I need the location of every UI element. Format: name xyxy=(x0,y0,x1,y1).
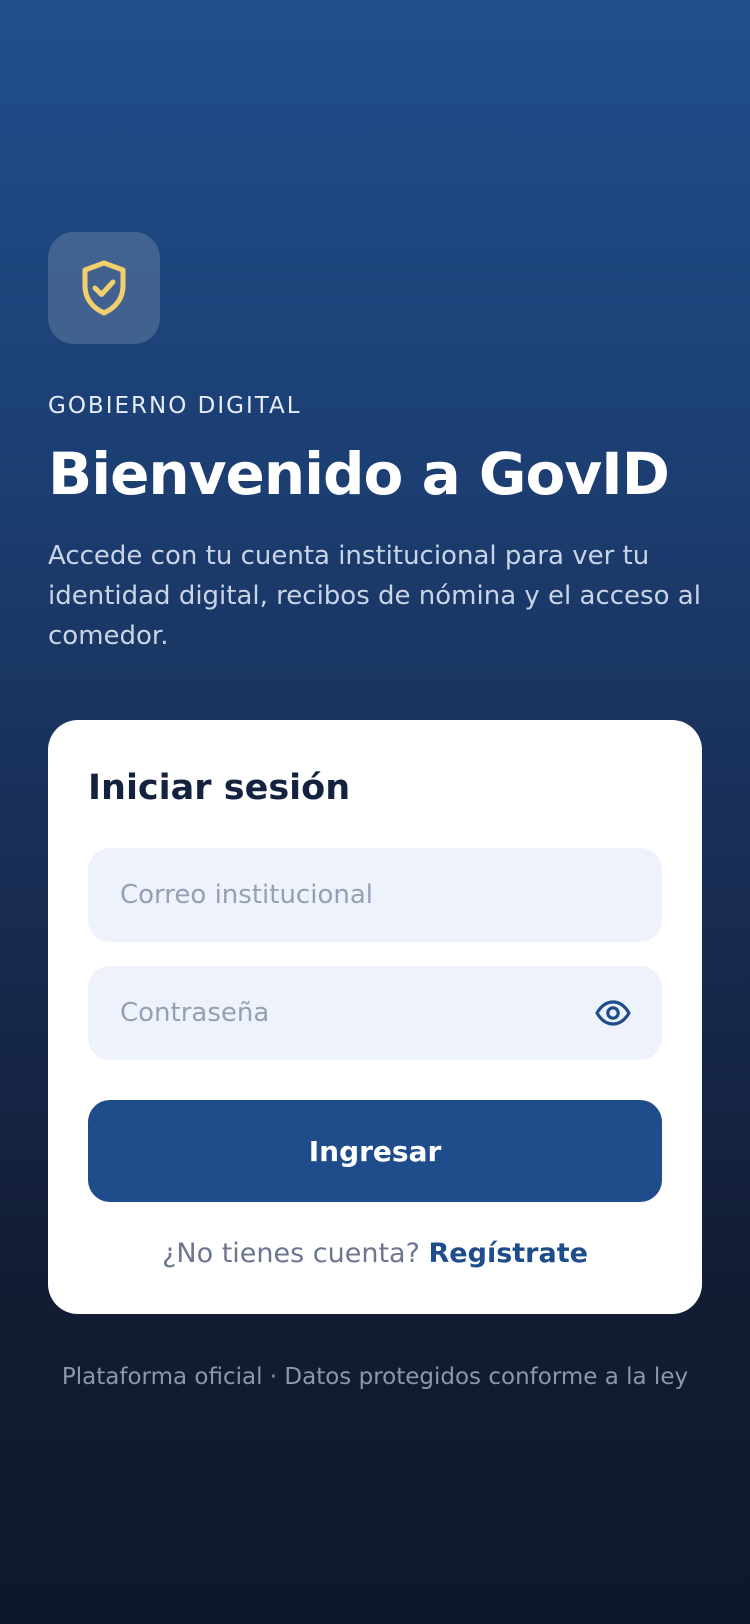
shield-check-icon xyxy=(82,260,126,316)
register-question: ¿No tienes cuenta? xyxy=(162,1238,420,1269)
password-field-container xyxy=(88,966,662,1060)
page-subtitle: Accede con tu cuenta institucional para … xyxy=(48,541,701,651)
password-visibility-toggle[interactable] xyxy=(592,992,634,1034)
page-title: Bienvenido a GovID xyxy=(48,440,670,508)
password-input[interactable] xyxy=(120,998,592,1028)
footer-text: Plataforma oficial · Datos protegidos co… xyxy=(61,1364,689,1390)
login-button[interactable]: Ingresar xyxy=(88,1100,662,1202)
eye-icon xyxy=(595,1000,631,1026)
register-prompt: ¿No tienes cuenta? Regístrate xyxy=(48,1238,702,1269)
login-title: Iniciar sesión xyxy=(88,768,351,808)
register-link[interactable]: Regístrate xyxy=(429,1238,588,1269)
email-input[interactable] xyxy=(120,880,630,910)
app-logo xyxy=(48,232,160,344)
email-field-container xyxy=(88,848,662,942)
login-card: Iniciar sesión Ingresar ¿No tienes cuent… xyxy=(48,720,702,1314)
eyebrow-label: GOBIERNO DIGITAL xyxy=(48,393,302,419)
